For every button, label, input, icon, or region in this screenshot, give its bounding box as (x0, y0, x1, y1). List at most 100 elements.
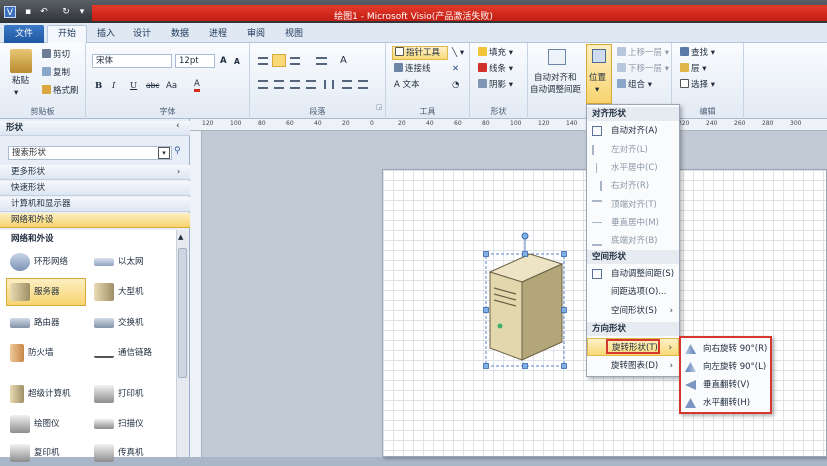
computers-monitors-item[interactable]: 计算机和显示器 (0, 197, 190, 212)
paste-icon[interactable] (10, 49, 32, 73)
position-button[interactable]: 位置 ▾ (586, 44, 612, 104)
tab-insert[interactable]: 插入 (92, 26, 120, 43)
text-direction-icon[interactable]: A (340, 55, 347, 66)
close-tool-icon[interactable]: ✕ (452, 63, 459, 75)
stencil-switch[interactable]: 交换机 (94, 310, 144, 336)
underline-button[interactable]: U (130, 80, 137, 92)
grow-font-button[interactable]: A (220, 55, 227, 67)
line-label: 线条 (489, 64, 507, 74)
stencil-scanner[interactable]: 扫描仪 (94, 411, 144, 437)
position-menu: 对齐形状 自动对齐(A) 左对齐(L) 水平居中(C) 右对齐(R) 顶端对齐(… (586, 104, 680, 377)
stencil-plotter[interactable]: 绘图仪 (10, 411, 60, 437)
align-left-icon[interactable] (258, 80, 268, 89)
ruler-tick-label: 100 (510, 120, 522, 127)
auto-space-menu-icon (592, 269, 602, 279)
menu-spacing-options[interactable]: 间距选项(O)... (587, 283, 679, 301)
auto-align-button[interactable]: 自动对齐和 (534, 72, 577, 84)
stencil-ring-network[interactable]: 环形网络 (10, 249, 68, 275)
menu-space-shapes[interactable]: 空间形状(S) › (587, 302, 679, 320)
search-dropdown-icon[interactable]: ▾ (158, 147, 170, 159)
stencil-comm-link[interactable]: 通信链路 (94, 340, 152, 366)
bullets-icon[interactable] (316, 57, 327, 65)
menu-rotate-right[interactable]: 向右旋转 90°(R) (681, 340, 770, 358)
font-color-button[interactable]: A (194, 79, 200, 92)
columns-icon[interactable] (324, 80, 334, 89)
auto-space-button[interactable]: 自动调整间距 (530, 84, 581, 96)
align-right-icon[interactable] (290, 80, 300, 89)
stencil-ethernet[interactable]: 以太网 (94, 249, 144, 275)
tab-data[interactable]: 数据 (166, 26, 194, 43)
bold-button[interactable]: B (95, 80, 102, 92)
text-tool-button[interactable]: A 文本 (394, 79, 420, 91)
italic-button[interactable]: I (112, 80, 115, 92)
line-tool-icon[interactable]: ╲ ▾ (452, 47, 464, 59)
rotate-shapes-highlight (606, 339, 660, 354)
binoculars-icon (680, 47, 689, 56)
group-button[interactable]: 组合 ▾ (617, 79, 652, 91)
menu-flip-horizontal[interactable]: 水平翻转(H) (681, 394, 770, 412)
increase-indent-icon[interactable] (358, 80, 368, 89)
paragraph-group: A ◲ 段落 (250, 43, 386, 119)
stencil-firewall[interactable]: 防火墙 (10, 340, 54, 366)
menu-rotate-left[interactable]: 向左旋转 90°(L) (681, 358, 770, 376)
align-bottom-icon[interactable] (290, 57, 300, 65)
bring-forward-label: 上移一层 (628, 48, 663, 58)
stencil-copier[interactable]: 复印机 (10, 440, 60, 466)
line-button[interactable]: 线条 ▾ (478, 63, 513, 75)
stencil-mainframe[interactable]: 大型机 (94, 279, 144, 305)
tab-file[interactable]: 文件 (4, 25, 44, 43)
tab-design[interactable]: 设计 (128, 26, 156, 43)
shrink-font-button[interactable]: A (234, 56, 240, 68)
stencil-fax[interactable]: 传真机 (94, 440, 144, 466)
tab-process[interactable]: 进程 (204, 26, 232, 43)
stencil-server[interactable]: 服务器 (6, 278, 86, 306)
collapse-panel-icon[interactable]: ‹ (176, 121, 180, 131)
copy-button[interactable]: 复制 (42, 67, 70, 79)
menu-flip-vertical[interactable]: 垂直翻转(V) (681, 376, 770, 394)
paste-button[interactable]: 粘贴 (12, 75, 29, 87)
tab-home[interactable]: 开始 (47, 25, 87, 44)
connection-point-icon[interactable]: ◔ (452, 79, 459, 91)
quick-shapes-item[interactable]: 快速形状 (0, 181, 190, 196)
layers-button[interactable]: 层 ▾ (680, 63, 706, 75)
stencil-supercomputer[interactable]: 超级计算机 (10, 381, 71, 407)
align-middle-icon[interactable] (272, 54, 286, 67)
stencil-router[interactable]: 路由器 (10, 310, 60, 336)
scroll-up-icon[interactable]: ▲ (178, 233, 183, 241)
menu-auto-space[interactable]: 自动调整间距(S) (587, 265, 679, 283)
menu-align-bottom-label: 底端对齐(B) (611, 236, 658, 246)
cut-button[interactable]: 剪切 (42, 49, 70, 61)
shadow-button[interactable]: 阴影 ▾ (478, 79, 513, 91)
menu-rotate-diagram[interactable]: 旋转图表(D) › (587, 357, 679, 375)
connector-button[interactable]: 连接线 (394, 63, 431, 75)
auto-align-icon[interactable] (548, 49, 566, 65)
more-shapes-item[interactable]: 更多形状 (0, 165, 190, 180)
search-icon[interactable]: ⚲ (174, 146, 181, 156)
paste-dropdown-icon[interactable]: ▾ (14, 87, 18, 99)
font-name-select[interactable]: 宋体 (92, 54, 172, 68)
font-size-select[interactable]: 12pt (175, 54, 215, 68)
tab-view[interactable]: 视图 (280, 26, 308, 43)
find-button[interactable]: 查找 ▾ (680, 47, 715, 59)
align-top-icon[interactable] (258, 57, 268, 65)
stencil-printer[interactable]: 打印机 (94, 381, 144, 407)
tab-review[interactable]: 审阅 (242, 26, 270, 43)
layers-icon (680, 63, 689, 72)
format-painter-button[interactable]: 格式刷 (42, 85, 79, 97)
strikethrough-button[interactable]: abc (146, 80, 159, 92)
menu-auto-align[interactable]: 自动对齐(A) (587, 122, 679, 140)
pointer-tool-button[interactable]: 指针工具 (392, 46, 448, 60)
search-shapes-input[interactable]: 搜索形状 (8, 146, 172, 160)
rotation-handle[interactable] (521, 232, 529, 240)
align-center-icon[interactable] (274, 80, 284, 89)
change-case-button[interactable]: Aa (166, 80, 177, 92)
more-shapes-arrow-icon: › (177, 167, 181, 176)
scroll-thumb[interactable] (178, 248, 187, 378)
decrease-indent-icon[interactable] (342, 80, 352, 89)
server-shape[interactable] (482, 230, 572, 370)
stencil-scrollbar[interactable]: ▲ (176, 230, 188, 457)
network-peripherals-item[interactable]: 网络和外设 (0, 213, 190, 228)
fill-button[interactable]: 填充 ▾ (478, 47, 513, 59)
justify-icon[interactable] (306, 80, 316, 89)
select-button[interactable]: 选择 ▾ (680, 79, 715, 91)
